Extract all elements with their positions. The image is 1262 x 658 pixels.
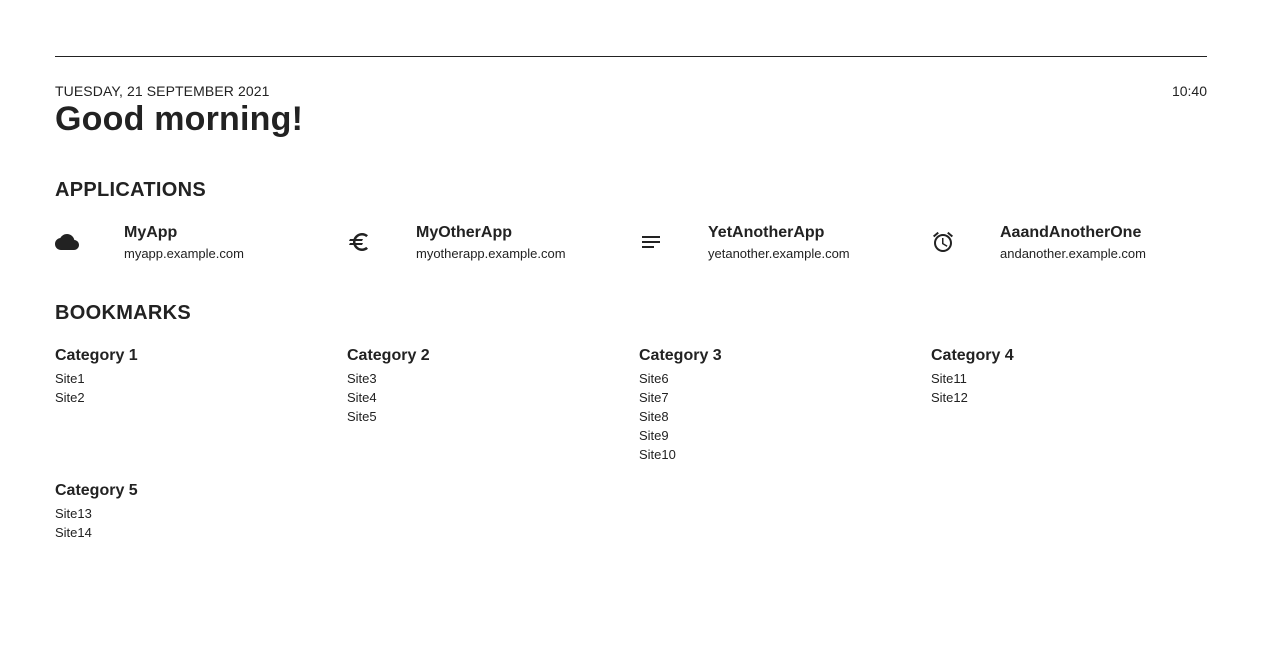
category-title: Category 1 bbox=[55, 347, 138, 364]
app-name: MyOtherApp bbox=[416, 224, 512, 241]
bookmark-category: Category 5 Site13 Site14 bbox=[55, 482, 347, 542]
top-divider bbox=[55, 56, 1207, 57]
category-title: Category 3 bbox=[639, 347, 722, 364]
bookmark-link[interactable]: Site2 bbox=[55, 388, 347, 407]
dashboard-page: TUESDAY, 21 SEPTEMBER 2021 10:40 Good mo… bbox=[0, 0, 1262, 658]
bookmark-category: Category 4 Site11 Site12 bbox=[931, 347, 1223, 407]
bookmark-category: Category 2 Site3 Site4 Site5 bbox=[347, 347, 639, 426]
category-title: Category 4 bbox=[931, 347, 1014, 364]
applications-heading: APPLICATIONS bbox=[55, 179, 207, 201]
bookmark-link[interactable]: Site9 bbox=[639, 426, 931, 445]
bookmark-link[interactable]: Site4 bbox=[347, 388, 639, 407]
bookmark-category: Category 1 Site1 Site2 bbox=[55, 347, 347, 407]
app-url: myapp.example.com bbox=[124, 246, 244, 261]
notes-icon bbox=[639, 230, 663, 254]
app-name: YetAnotherApp bbox=[708, 224, 825, 241]
category-title: Category 2 bbox=[347, 347, 430, 364]
bookmarks-heading: BOOKMARKS bbox=[55, 302, 192, 324]
bookmark-link[interactable]: Site14 bbox=[55, 523, 347, 542]
category-title: Category 5 bbox=[55, 482, 138, 499]
bookmark-link[interactable]: Site6 bbox=[639, 369, 931, 388]
app-url: myotherapp.example.com bbox=[416, 246, 566, 261]
euro-icon bbox=[347, 230, 371, 254]
bookmark-link[interactable]: Site5 bbox=[347, 407, 639, 426]
app-myotherapp[interactable]: MyOtherApp myotherapp.example.com bbox=[347, 224, 639, 268]
bookmark-link[interactable]: Site1 bbox=[55, 369, 347, 388]
current-date: TUESDAY, 21 SEPTEMBER 2021 bbox=[55, 83, 270, 99]
app-aaandanotherone[interactable]: AaandAnotherOne andanother.example.com bbox=[931, 224, 1223, 268]
alarm-clock-icon bbox=[931, 230, 955, 254]
app-text: AaandAnotherOne andanother.example.com bbox=[1000, 224, 1146, 261]
current-time: 10:40 bbox=[1171, 83, 1207, 99]
greeting-heading: Good morning! bbox=[55, 100, 304, 138]
app-url: andanother.example.com bbox=[1000, 246, 1146, 261]
app-url: yetanother.example.com bbox=[708, 246, 850, 261]
bookmark-link[interactable]: Site3 bbox=[347, 369, 639, 388]
app-name: MyApp bbox=[124, 224, 178, 241]
cloud-icon bbox=[55, 230, 79, 254]
bookmark-link[interactable]: Site7 bbox=[639, 388, 931, 407]
app-myapp[interactable]: MyApp myapp.example.com bbox=[55, 224, 347, 268]
bookmark-link[interactable]: Site8 bbox=[639, 407, 931, 426]
app-text: YetAnotherApp yetanother.example.com bbox=[708, 224, 850, 261]
bookmark-link[interactable]: Site10 bbox=[639, 445, 931, 464]
applications-grid: MyApp myapp.example.com MyOtherApp myoth… bbox=[55, 224, 1223, 268]
app-yetanotherapp[interactable]: YetAnotherApp yetanother.example.com bbox=[639, 224, 931, 268]
bookmark-category: Category 3 Site6 Site7 Site8 Site9 Site1… bbox=[639, 347, 931, 464]
bookmarks-grid: Category 1 Site1 Site2 Category 2 Site3 … bbox=[55, 347, 1223, 557]
bookmark-link[interactable]: Site12 bbox=[931, 388, 1223, 407]
app-text: MyOtherApp myotherapp.example.com bbox=[416, 224, 566, 261]
app-name: AaandAnotherOne bbox=[1000, 224, 1142, 241]
bookmark-link[interactable]: Site13 bbox=[55, 504, 347, 523]
bookmark-link[interactable]: Site11 bbox=[931, 369, 1223, 388]
app-text: MyApp myapp.example.com bbox=[124, 224, 244, 261]
